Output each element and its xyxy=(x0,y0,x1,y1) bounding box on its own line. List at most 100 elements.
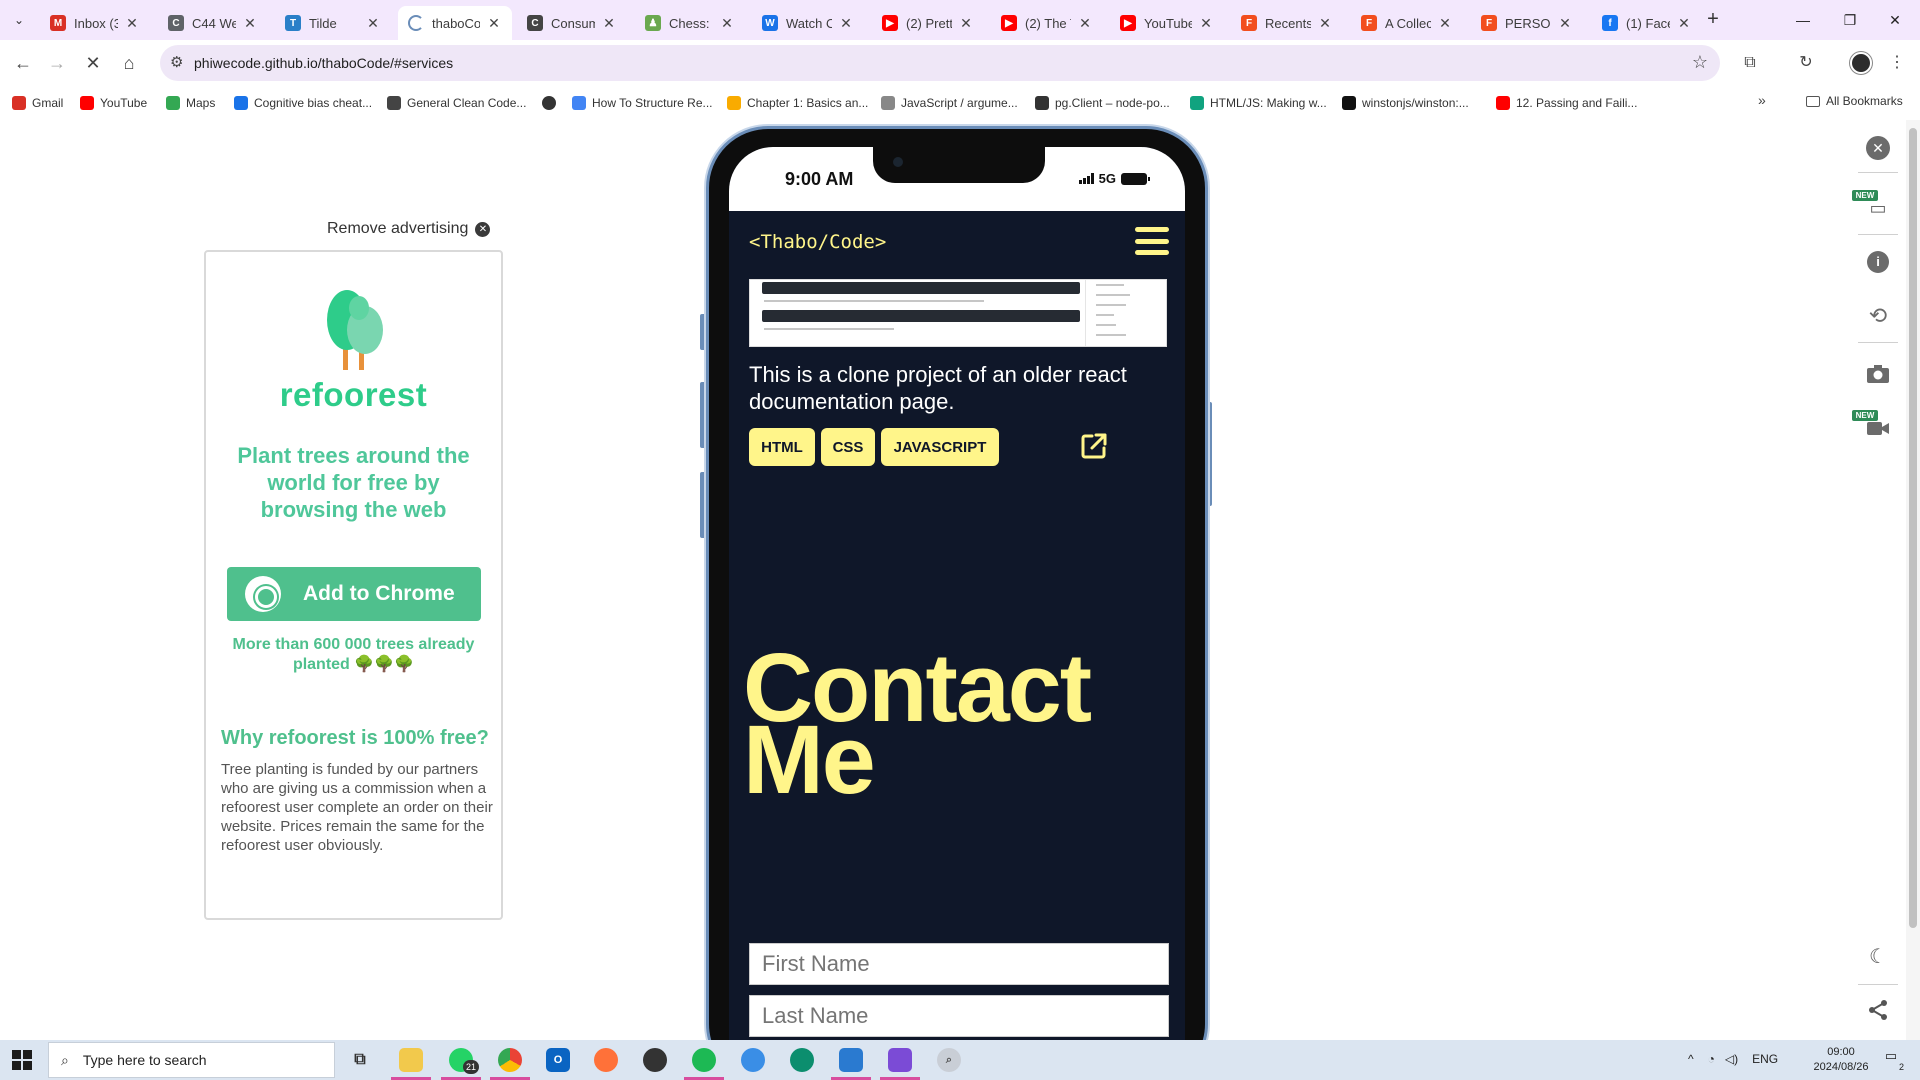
home-button[interactable]: ⌂ xyxy=(114,49,144,77)
forward-button[interactable]: → xyxy=(42,49,72,77)
firefox-icon[interactable] xyxy=(594,1048,618,1072)
scrollbar-thumb[interactable] xyxy=(1909,128,1917,928)
url-text[interactable]: phiwecode.github.io/thaboCode/#services xyxy=(194,55,453,71)
close-tab-icon[interactable]: ✕ xyxy=(1317,15,1333,32)
menu-kebab-icon[interactable]: ⋮ xyxy=(1883,49,1911,77)
browser-tab[interactable]: F A Collect ✕ xyxy=(1351,6,1463,40)
close-tab-icon[interactable]: ✕ xyxy=(601,15,617,32)
magnifier-icon[interactable]: ⌕ xyxy=(937,1048,961,1072)
tray-chevron-icon[interactable]: ^ xyxy=(1688,1052,1694,1066)
taskbar-search-box[interactable]: ⌕ Type here to search xyxy=(48,1042,335,1078)
bookmark-item[interactable]: Gmail xyxy=(12,94,63,112)
app-icon[interactable] xyxy=(888,1048,912,1072)
bookmark-item[interactable]: Chapter 1: Basics an... xyxy=(727,94,868,112)
chrome-taskbar-icon[interactable] xyxy=(498,1048,522,1072)
minimize-button[interactable]: — xyxy=(1780,6,1826,34)
bookmark-item[interactable]: General Clean Code... xyxy=(387,94,526,112)
file-explorer-icon[interactable] xyxy=(399,1048,423,1072)
site-logo[interactable]: <Thabo/Code> xyxy=(749,231,886,253)
close-tab-icon[interactable]: ✕ xyxy=(486,15,502,32)
close-tab-icon[interactable]: ✕ xyxy=(242,15,258,32)
info-icon[interactable]: i xyxy=(1864,248,1892,276)
dark-mode-moon-icon[interactable]: ☾ xyxy=(1864,942,1892,970)
more-bookmarks-chevron-icon[interactable]: » xyxy=(1758,92,1766,108)
bookmark-item[interactable]: How To Structure Re... xyxy=(572,94,713,112)
extensions-icon[interactable]: ⧉ xyxy=(1736,49,1764,77)
remove-advertising-link[interactable]: Remove advertising ✕ xyxy=(327,220,491,238)
history-icon[interactable]: ↻ xyxy=(1792,49,1820,77)
bookmark-item[interactable]: JavaScript / argume... xyxy=(881,94,1018,112)
bookmark-item[interactable]: YouTube xyxy=(80,94,147,112)
tag-css[interactable]: CSS xyxy=(821,428,875,466)
browser-tab[interactable]: ♟ Chess: d ✕ xyxy=(635,6,745,40)
browser-tab[interactable]: T Tilde ✕ xyxy=(275,6,391,40)
close-tab-icon[interactable]: ✕ xyxy=(1077,15,1093,32)
new-tab-button[interactable]: + xyxy=(1700,8,1726,32)
video-record-icon[interactable] xyxy=(1864,414,1892,442)
bookmark-star-icon[interactable]: ☆ xyxy=(1692,52,1708,73)
tab-search-button[interactable]: ⌄ xyxy=(6,8,32,32)
browser-tab[interactable]: f (1) Faceb ✕ xyxy=(1592,6,1702,40)
last-name-field[interactable] xyxy=(749,995,1169,1037)
obs-icon[interactable] xyxy=(643,1048,667,1072)
bookmark-item[interactable]: Cognitive bias cheat... xyxy=(234,94,372,112)
browser-tab[interactable]: ▶ (2) Pretty ✕ xyxy=(872,6,984,40)
hamburger-menu-icon[interactable] xyxy=(1135,227,1169,255)
responsive-devices-icon[interactable]: ▭ xyxy=(1864,194,1892,222)
close-tab-icon[interactable]: ✕ xyxy=(124,15,140,32)
spotify-icon[interactable] xyxy=(692,1048,716,1072)
close-tab-icon[interactable]: ✕ xyxy=(1676,15,1692,32)
camera-icon[interactable] xyxy=(1864,360,1892,388)
task-view-icon[interactable]: ⧉ xyxy=(348,1048,372,1072)
thunderbird-icon[interactable] xyxy=(741,1048,765,1072)
browser-tab[interactable]: C C44 Web ✕ xyxy=(158,6,268,40)
first-name-field[interactable] xyxy=(749,943,1169,985)
close-tab-icon[interactable]: ✕ xyxy=(1437,15,1453,32)
close-tab-icon[interactable]: ✕ xyxy=(838,15,854,32)
tag-javascript[interactable]: JAVASCRIPT xyxy=(881,428,999,466)
wifi-icon[interactable]: ◔ xyxy=(1708,1052,1715,1066)
stop-loading-button[interactable]: ✕ xyxy=(78,49,108,77)
all-bookmarks-button[interactable]: All Bookmarks xyxy=(1806,94,1903,108)
profile-avatar[interactable] xyxy=(1850,52,1872,74)
address-bar[interactable]: ⚙ phiwecode.github.io/thaboCode/#service… xyxy=(160,45,1720,81)
bookmark-item[interactable]: winstonjs/winston:... xyxy=(1342,94,1469,112)
bookmark-item[interactable]: Maps xyxy=(166,94,215,112)
close-tab-icon[interactable]: ✕ xyxy=(1557,15,1573,32)
taskbar-clock[interactable]: 09:00 2024/08/26 xyxy=(1806,1045,1876,1075)
browser-tab[interactable]: ▶ (2) The T ✕ xyxy=(991,6,1103,40)
external-link-icon[interactable] xyxy=(1079,431,1109,461)
bookmark-item[interactable]: pg.Client – node-po... xyxy=(1035,94,1170,112)
close-tab-icon[interactable]: ✕ xyxy=(958,15,974,32)
browser-tab[interactable]: F PERSON ✕ xyxy=(1471,6,1583,40)
back-button[interactable]: ← xyxy=(8,49,38,77)
browser-tab[interactable]: W Watch O ✕ xyxy=(752,6,864,40)
windows-start-icon[interactable] xyxy=(12,1050,32,1070)
restore-button[interactable]: ❐ xyxy=(1827,6,1873,34)
tag-html[interactable]: HTML xyxy=(749,428,815,466)
browser-tab[interactable]: M Inbox (37 ✕ xyxy=(40,6,150,40)
notifications-icon[interactable]: ▭ 2 xyxy=(1880,1048,1904,1072)
volume-icon[interactable]: ◁) xyxy=(1725,1052,1738,1066)
bookmark-item[interactable]: 12. Passing and Faili... xyxy=(1496,94,1637,112)
rotate-icon[interactable]: ⟲ xyxy=(1864,302,1892,330)
language-indicator[interactable]: ENG xyxy=(1752,1052,1778,1066)
add-to-chrome-button[interactable]: Add to Chrome xyxy=(227,567,481,621)
panel-close-button[interactable]: ✕ xyxy=(1864,134,1892,162)
close-window-button[interactable]: ✕ xyxy=(1872,6,1918,34)
close-tab-icon[interactable]: ✕ xyxy=(719,15,735,32)
vscode-icon[interactable] xyxy=(839,1048,863,1072)
edge-icon[interactable] xyxy=(790,1048,814,1072)
browser-tab[interactable]: ▶ YouTube ✕ xyxy=(1110,6,1224,40)
close-tab-icon[interactable]: ✕ xyxy=(365,15,381,32)
bookmark-item[interactable]: HTML/JS: Making w... xyxy=(1190,94,1327,112)
browser-tab[interactable]: C Consume ✕ xyxy=(517,6,627,40)
outlook-icon[interactable]: O xyxy=(546,1048,570,1072)
browser-tab[interactable]: thaboCo ✕ xyxy=(398,6,512,40)
share-icon[interactable] xyxy=(1864,996,1892,1024)
browser-tab[interactable]: F Recents ✕ xyxy=(1231,6,1343,40)
site-info-icon[interactable]: ⚙ xyxy=(170,53,183,71)
page-scrollbar[interactable] xyxy=(1906,120,1920,1040)
close-tab-icon[interactable]: ✕ xyxy=(1198,15,1214,32)
bookmark-item[interactable] xyxy=(542,94,562,112)
